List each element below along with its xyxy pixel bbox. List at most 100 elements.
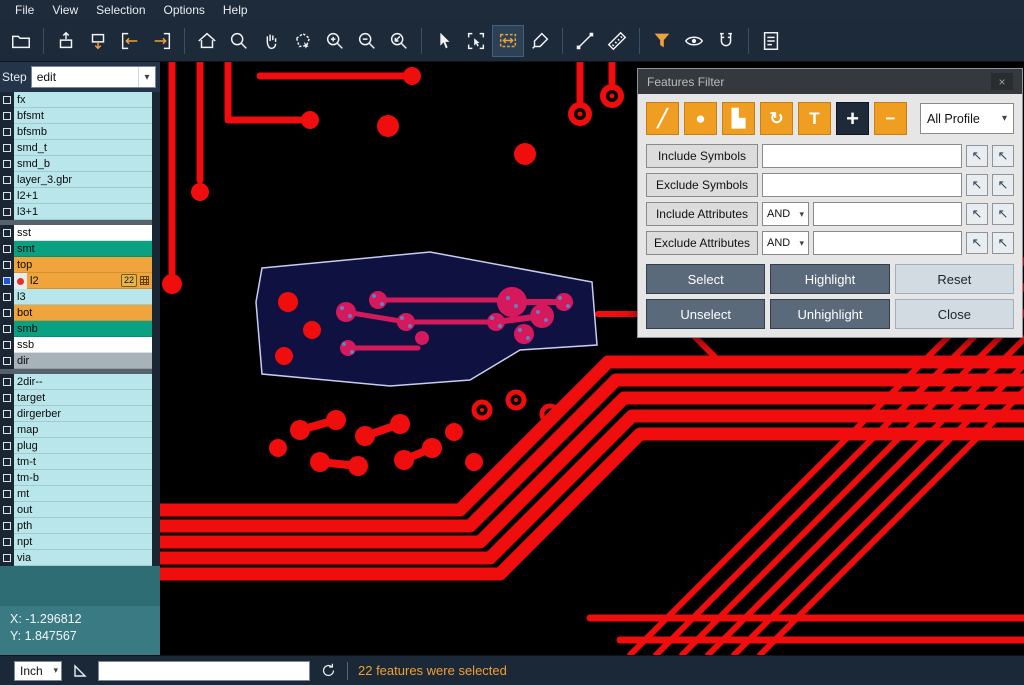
layer-label[interactable]: pth: [14, 518, 152, 534]
layer-checkbox[interactable]: [0, 518, 14, 534]
command-input[interactable]: [98, 661, 310, 681]
layer-checkbox[interactable]: [0, 321, 14, 337]
pick-from-graphics-icon[interactable]: ↖: [966, 203, 988, 225]
open-folder-icon[interactable]: [6, 26, 36, 56]
line-type-button[interactable]: ╱: [646, 102, 679, 135]
export-up-icon[interactable]: [51, 26, 81, 56]
layer-checkbox[interactable]: [0, 353, 14, 369]
select-button[interactable]: Select: [646, 264, 765, 294]
layer-checkbox[interactable]: [0, 225, 14, 241]
layer-label[interactable]: bot: [14, 305, 152, 321]
layer-checkbox[interactable]: [0, 204, 14, 220]
layer-checkbox[interactable]: [0, 438, 14, 454]
layer-checkbox[interactable]: [0, 273, 14, 289]
pick-from-graphics-icon[interactable]: ↖: [966, 232, 988, 254]
unit-select[interactable]: Inch ▾: [14, 661, 62, 681]
add-mode-button[interactable]: +: [836, 102, 869, 135]
chevron-down-icon[interactable]: ▾: [799, 209, 804, 220]
layer-checkbox[interactable]: [0, 550, 14, 566]
text-type-button[interactable]: T: [798, 102, 831, 135]
exclude-symbols-input[interactable]: [762, 173, 962, 197]
menu-help[interactable]: Help: [214, 0, 257, 20]
layer-checkbox[interactable]: [0, 422, 14, 438]
layer-label[interactable]: smd_b: [14, 156, 152, 172]
layer-label[interactable]: map: [14, 422, 152, 438]
layer-checkbox[interactable]: [0, 241, 14, 257]
dialog-title-bar[interactable]: Features Filter ×: [638, 69, 1022, 94]
step-select[interactable]: edit ▾: [31, 66, 156, 88]
layer-label[interactable]: l2 22: [27, 273, 152, 289]
layer-checkbox[interactable]: [0, 305, 14, 321]
refresh-icon[interactable]: [320, 662, 337, 679]
layer-label[interactable]: via: [14, 550, 152, 566]
pick-from-graphics-icon[interactable]: ↖: [966, 145, 988, 167]
layer-checkbox[interactable]: [0, 140, 14, 156]
profile-select[interactable]: All Profile ▾: [920, 103, 1014, 134]
layer-label[interactable]: l2+1: [14, 188, 152, 204]
menu-selection[interactable]: Selection: [87, 0, 154, 20]
layer-label[interactable]: layer_3.gbr: [14, 172, 152, 188]
layer-checkbox[interactable]: [0, 454, 14, 470]
layer-label[interactable]: dirgerber: [14, 406, 152, 422]
layer-label[interactable]: 2dir--: [14, 374, 152, 390]
lasso-select-icon[interactable]: [288, 26, 318, 56]
include-attributes-input[interactable]: [813, 202, 962, 226]
zoom-out-icon[interactable]: [352, 26, 382, 56]
pick-add-from-graphics-icon[interactable]: ↖: [992, 203, 1014, 225]
pad-type-button[interactable]: ●: [684, 102, 717, 135]
area-select-icon[interactable]: [461, 26, 491, 56]
chevron-down-icon[interactable]: ▾: [998, 113, 1011, 124]
include-attributes-button[interactable]: Include Attributes: [646, 202, 758, 226]
paint-icon[interactable]: [525, 26, 555, 56]
layer-checkbox[interactable]: [0, 289, 14, 305]
menu-view[interactable]: View: [43, 0, 87, 20]
unhighlight-button[interactable]: Unhighlight: [770, 299, 889, 329]
layer-checkbox[interactable]: [0, 108, 14, 124]
angle-snap-icon[interactable]: [72, 663, 88, 679]
layer-label[interactable]: l3: [14, 289, 152, 305]
layer-label[interactable]: mt: [14, 486, 152, 502]
layer-label[interactable]: bfsmb: [14, 124, 152, 140]
zoom-area-icon[interactable]: [224, 26, 254, 56]
layer-label[interactable]: npt: [14, 534, 152, 550]
menu-options[interactable]: Options: [155, 0, 214, 20]
pcb-canvas[interactable]: Features Filter × ╱ ● ▙ ↻ T + − All Prof…: [160, 62, 1024, 655]
highlight-button[interactable]: Highlight: [770, 264, 889, 294]
zoom-reset-icon[interactable]: [384, 26, 414, 56]
include-attributes-operator[interactable]: AND▾: [762, 202, 809, 226]
pan-hand-icon[interactable]: [256, 26, 286, 56]
surface-type-button[interactable]: ▙: [722, 102, 755, 135]
close-button[interactable]: Close: [895, 299, 1014, 329]
layer-label[interactable]: tm-t: [14, 454, 152, 470]
layer-label[interactable]: smb: [14, 321, 152, 337]
pick-add-from-graphics-icon[interactable]: ↖: [992, 174, 1014, 196]
import-down-icon[interactable]: [83, 26, 113, 56]
layer-checkbox[interactable]: [0, 390, 14, 406]
layer-label[interactable]: top: [14, 257, 152, 273]
unselect-button[interactable]: Unselect: [646, 299, 765, 329]
layer-label[interactable]: target: [14, 390, 152, 406]
remove-mode-button[interactable]: −: [874, 102, 907, 135]
layer-checkbox[interactable]: [0, 337, 14, 353]
snap-magnet-icon[interactable]: [711, 26, 741, 56]
chevron-down-icon[interactable]: ▾: [53, 665, 61, 676]
chevron-down-icon[interactable]: ▾: [799, 238, 804, 249]
close-icon[interactable]: ×: [991, 73, 1013, 90]
layer-checkbox[interactable]: [0, 92, 14, 108]
exclude-symbols-button[interactable]: Exclude Symbols: [646, 173, 758, 197]
layer-checkbox[interactable]: [0, 470, 14, 486]
zoom-in-icon[interactable]: [320, 26, 350, 56]
include-symbols-input[interactable]: [762, 144, 962, 168]
layer-label[interactable]: plug: [14, 438, 152, 454]
report-list-icon[interactable]: [756, 26, 786, 56]
arc-type-button[interactable]: ↻: [760, 102, 793, 135]
pick-add-from-graphics-icon[interactable]: ↖: [992, 145, 1014, 167]
menu-file[interactable]: File: [6, 0, 43, 20]
exclude-attributes-button[interactable]: Exclude Attributes: [646, 231, 758, 255]
layer-checkbox[interactable]: [0, 156, 14, 172]
layer-checkbox[interactable]: [0, 502, 14, 518]
ruler-icon[interactable]: [602, 26, 632, 56]
layer-label[interactable]: l3+1: [14, 204, 152, 220]
home-icon[interactable]: [192, 26, 222, 56]
layer-label[interactable]: sst: [14, 225, 152, 241]
